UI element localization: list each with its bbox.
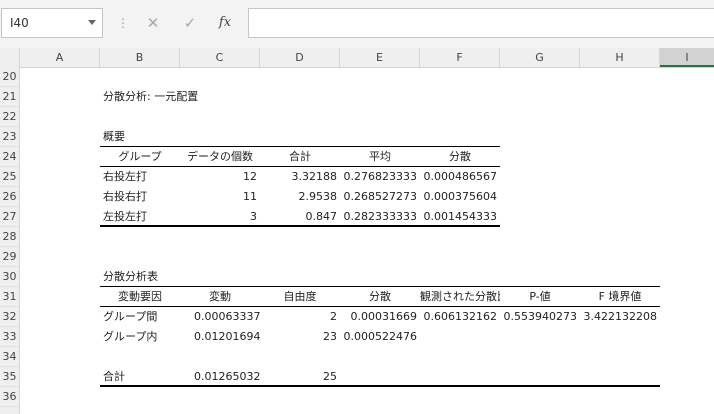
formula-bar: I40 ⋮ ✕ ✓ fx xyxy=(0,0,714,49)
column-header-d[interactable]: D xyxy=(260,48,340,67)
row-header-29[interactable]: 29 xyxy=(0,247,19,267)
row-header-36[interactable]: 36 xyxy=(0,387,19,407)
select-all-corner[interactable] xyxy=(0,48,20,67)
column-header-e[interactable]: E xyxy=(340,48,420,67)
row-header-28[interactable]: 28 xyxy=(0,227,19,247)
summary-row-1-variance[interactable]: 0.000486567 xyxy=(420,167,497,187)
summary-row-3-sum[interactable]: 0.847 xyxy=(260,207,338,227)
summary-label-cell[interactable]: 概要 xyxy=(103,127,179,147)
anova-row-between-f[interactable]: 0.606132162 xyxy=(420,307,497,327)
summary-row-1-mean[interactable]: 0.276823333 xyxy=(340,167,417,187)
chevron-down-icon[interactable] xyxy=(88,20,96,25)
row-header-22[interactable]: 22 xyxy=(0,107,19,127)
summary-row-1-group[interactable]: 右投左打 xyxy=(103,167,179,187)
row-header-column: 20 21 22 23 24 25 26 27 28 29 30 31 32 3… xyxy=(0,67,20,414)
summary-row-3-mean[interactable]: 0.282333333 xyxy=(340,207,417,227)
name-box-value: I40 xyxy=(10,16,29,30)
anova-header-ss[interactable]: 変動 xyxy=(180,287,260,307)
anova-row-within-df[interactable]: 23 xyxy=(260,327,337,347)
column-header-b[interactable]: B xyxy=(100,48,180,67)
anova-header-source[interactable]: 変動要因 xyxy=(100,287,180,307)
row-header-25[interactable]: 25 xyxy=(0,167,19,187)
more-options-icon[interactable]: ⋮ xyxy=(117,14,129,32)
row-header-26[interactable]: 26 xyxy=(0,187,19,207)
anova-row-between-ms[interactable]: 0.00031669 xyxy=(340,307,417,327)
summary-header-count[interactable]: データの個数 xyxy=(180,147,260,167)
summary-row-1-count[interactable]: 12 xyxy=(180,167,257,187)
row-header-24[interactable]: 24 xyxy=(0,147,19,167)
row-header-32[interactable]: 32 xyxy=(0,307,19,327)
row-header-23[interactable]: 23 xyxy=(0,127,19,147)
anova-total-ss[interactable]: 0.012650327 xyxy=(194,367,260,387)
anova-table-label-cell[interactable]: 分散分析表 xyxy=(103,267,179,287)
anova-row-within-ms[interactable]: 0.000522476 xyxy=(340,327,417,347)
anova-row-within-source[interactable]: グループ内 xyxy=(103,327,179,347)
summary-row-2-count[interactable]: 11 xyxy=(180,187,257,207)
anova-row-between-fcrit[interactable]: 3.422132208 xyxy=(580,307,657,327)
column-header-a[interactable]: A xyxy=(20,48,100,67)
summary-row-3-group[interactable]: 左投左打 xyxy=(103,207,179,227)
anova-table-bottom-border xyxy=(100,385,660,387)
row-header-27[interactable]: 27 xyxy=(0,207,19,227)
row-header-34[interactable]: 34 xyxy=(0,347,19,367)
enter-icon[interactable]: ✓ xyxy=(179,12,201,34)
row-header-31[interactable]: 31 xyxy=(0,287,19,307)
anova-header-ms[interactable]: 分散 xyxy=(340,287,420,307)
name-box[interactable]: I40 xyxy=(1,8,103,38)
anova-header-df[interactable]: 自由度 xyxy=(260,287,340,307)
insert-function-icon[interactable]: fx xyxy=(214,12,236,34)
anova-row-within-ss[interactable]: 0.012016948 xyxy=(194,327,260,347)
formula-input[interactable] xyxy=(248,8,714,38)
column-header-i[interactable]: I xyxy=(660,48,714,67)
summary-row-3-count[interactable]: 3 xyxy=(180,207,257,227)
summary-row-2-variance[interactable]: 0.000375604 xyxy=(420,187,497,207)
column-header-c[interactable]: C xyxy=(180,48,260,67)
anova-header-p-value[interactable]: P-値 xyxy=(500,287,580,307)
summary-header-variance[interactable]: 分散 xyxy=(420,147,500,167)
row-header-33[interactable]: 33 xyxy=(0,327,19,347)
column-header-f[interactable]: F xyxy=(420,48,500,67)
anova-total-df[interactable]: 25 xyxy=(260,367,337,387)
column-header-g[interactable]: G xyxy=(500,48,580,67)
column-header-h[interactable]: H xyxy=(580,48,660,67)
row-header-30[interactable]: 30 xyxy=(0,267,19,287)
column-header-bar: A B C D E F G H I xyxy=(0,48,714,68)
row-header-20[interactable]: 20 xyxy=(0,67,19,87)
summary-row-3-variance[interactable]: 0.001454333 xyxy=(420,207,497,227)
row-header-35[interactable]: 35 xyxy=(0,367,19,387)
summary-row-2-sum[interactable]: 2.9538 xyxy=(260,187,338,207)
anova-title-cell[interactable]: 分散分析: 一元配置 xyxy=(103,87,263,107)
anova-row-between-source[interactable]: グループ間 xyxy=(103,307,179,327)
summary-header-mean[interactable]: 平均 xyxy=(340,147,420,167)
anova-header-f-ratio[interactable]: 観測された分散比 xyxy=(420,287,500,307)
summary-row-2-mean[interactable]: 0.268527273 xyxy=(340,187,417,207)
anova-total-source[interactable]: 合計 xyxy=(103,367,179,387)
summary-table-bottom-border xyxy=(100,225,500,227)
anova-header-f-crit[interactable]: F 境界値 xyxy=(580,287,660,307)
anova-row-between-df[interactable]: 2 xyxy=(260,307,337,327)
anova-row-between-ss[interactable]: 0.000633379 xyxy=(194,307,260,327)
summary-header-sum[interactable]: 合計 xyxy=(260,147,340,167)
anova-row-between-p[interactable]: 0.553940273 xyxy=(500,307,577,327)
summary-header-group[interactable]: グループ xyxy=(100,147,180,167)
row-header-21[interactable]: 21 xyxy=(0,87,19,107)
summary-row-1-sum[interactable]: 3.32188 xyxy=(260,167,338,187)
excel-window: I40 ⋮ ✕ ✓ fx A B C D E F G H I 20 21 22 … xyxy=(0,0,714,414)
cancel-icon[interactable]: ✕ xyxy=(142,12,164,34)
summary-row-2-group[interactable]: 右投右打 xyxy=(103,187,179,207)
